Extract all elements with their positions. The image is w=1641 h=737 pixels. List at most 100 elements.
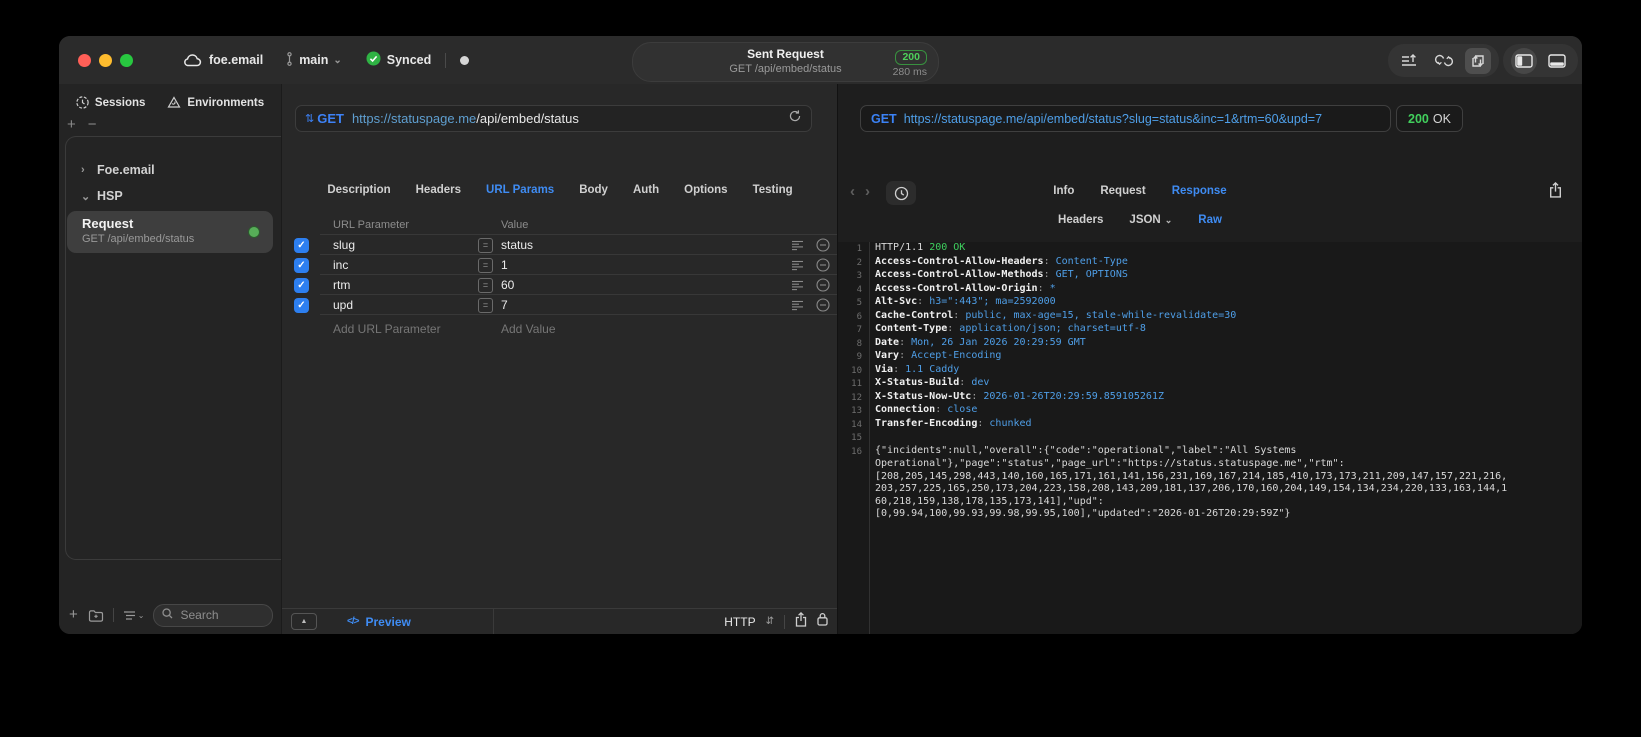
session-dot xyxy=(460,55,470,65)
request-url-path: /api/embed/status xyxy=(476,111,579,126)
param-row-upd: ✓ upd = 7 xyxy=(282,295,838,315)
environments-label: Environments xyxy=(187,96,265,109)
params-add-row[interactable]: Add URL Parameter Add Value xyxy=(282,319,838,339)
line-number xyxy=(838,458,862,471)
method-stepper-icon[interactable]: ⇅ xyxy=(305,112,314,125)
param-value[interactable]: 1 xyxy=(501,258,508,272)
request-status-pill[interactable]: Sent Request GET /api/embed/status 200 2… xyxy=(632,42,939,82)
request-tab-description[interactable]: Description xyxy=(327,184,390,196)
code-line: 4 Access-Control-Allow-Origin: * xyxy=(838,283,1582,297)
request-url-host: https://statuspage.me xyxy=(351,111,477,126)
param-name[interactable]: rtm xyxy=(333,278,350,292)
tree-label: HSP xyxy=(97,189,123,203)
remove-row-icon[interactable] xyxy=(816,258,830,272)
response-tab-response[interactable]: Response xyxy=(1172,185,1227,197)
param-value[interactable]: 7 xyxy=(501,298,508,312)
remove-session-button[interactable]: − xyxy=(88,116,97,133)
drag-handle-icon[interactable] xyxy=(791,300,804,311)
sidebar-search[interactable] xyxy=(153,603,273,627)
response-subtab-raw[interactable]: Raw xyxy=(1198,214,1222,226)
lock-icon[interactable] xyxy=(817,612,828,631)
minimize-button[interactable] xyxy=(99,53,112,67)
line-number: 2 xyxy=(856,257,862,268)
param-checkbox[interactable]: ✓ xyxy=(294,277,309,293)
response-tab-request[interactable]: Request xyxy=(1100,185,1145,197)
json-dropdown-chevron-icon: ⌄ xyxy=(1164,215,1173,225)
request-tab-body[interactable]: Body xyxy=(579,184,608,196)
export-lines-icon[interactable] xyxy=(1396,48,1422,74)
response-subtab-json[interactable]: JSON ⌄ xyxy=(1129,214,1172,226)
params-table-header: URL Parameter Value xyxy=(282,219,838,235)
zoom-button[interactable] xyxy=(120,53,133,67)
param-checkbox[interactable]: ✓ xyxy=(294,297,309,313)
param-value[interactable]: 60 xyxy=(501,278,514,292)
request-tab-url-params[interactable]: URL Params xyxy=(486,184,554,196)
sessions-clock-icon xyxy=(76,96,89,109)
request-tab-options[interactable]: Options xyxy=(684,184,727,196)
collapse-editor-button[interactable]: ▲ xyxy=(291,613,317,630)
param-row-inc: ✓ inc = 1 xyxy=(282,255,838,275)
param-name[interactable]: slug xyxy=(333,238,355,252)
request-tab-headers[interactable]: Headers xyxy=(416,184,461,196)
response-tab-info[interactable]: Info xyxy=(1053,185,1074,197)
drag-handle-icon[interactable] xyxy=(791,280,804,291)
request-url-bar[interactable]: ⇅ GET https://statuspage.me/api/embed/st… xyxy=(295,105,812,132)
preview-button[interactable]: </> Preview xyxy=(347,615,411,629)
toggle-left-sidebar-icon[interactable] xyxy=(1510,47,1537,74)
response-share-icon[interactable] xyxy=(1549,181,1562,203)
sync-status[interactable]: Synced xyxy=(366,51,431,69)
toggle-bottom-panel-icon[interactable] xyxy=(1544,48,1570,74)
tree-item-hsp[interactable]: ⌄ HSP xyxy=(66,183,281,209)
drag-handle-icon[interactable] xyxy=(791,240,804,251)
branch-selector[interactable]: main ⌄ xyxy=(285,51,342,69)
sync-loop-icon[interactable] xyxy=(1431,48,1457,74)
response-tabs: Info Request Response xyxy=(838,185,1582,197)
param-row-slug: ✓ slug = status xyxy=(282,235,838,255)
request-tab-testing[interactable]: Testing xyxy=(753,184,793,196)
add-session-button[interactable]: + xyxy=(67,116,76,133)
request-list-item-selected[interactable]: Request GET /api/embed/status xyxy=(67,211,273,253)
code-line: 14 Transfer-Encoding: chunked xyxy=(838,418,1582,432)
drag-handle-icon[interactable] xyxy=(791,260,804,271)
add-url-parameter-placeholder[interactable]: Add URL Parameter xyxy=(333,322,441,336)
code-line: 12 X-Status-Now-Utc: 2026-01-26T20:29:59.… xyxy=(838,391,1582,405)
status-code-badge: 200 xyxy=(895,50,927,65)
new-request-button[interactable]: + xyxy=(69,607,78,622)
share-icon[interactable] xyxy=(795,611,807,632)
response-subtab-headers[interactable]: Headers xyxy=(1058,214,1103,226)
response-url-box[interactable]: GET https://statuspage.me/api/embed/stat… xyxy=(860,105,1391,132)
param-name[interactable]: upd xyxy=(333,298,353,312)
param-checkbox[interactable]: ✓ xyxy=(294,237,309,253)
chevron-down-icon: ⌄ xyxy=(333,54,342,66)
param-checkbox[interactable]: ✓ xyxy=(294,257,309,273)
line-number: 16 xyxy=(851,446,862,457)
tree-item-foe-email[interactable]: › Foe.email xyxy=(66,157,281,183)
refresh-icon[interactable] xyxy=(788,109,802,128)
add-value-placeholder[interactable]: Add Value xyxy=(501,322,556,336)
tab-environments[interactable]: Environments xyxy=(167,96,264,109)
line-number: 7 xyxy=(856,325,862,335)
code-line: 3 Access-Control-Allow-Methods: GET, OPTI… xyxy=(838,269,1582,283)
protocol-selector[interactable]: HTTP xyxy=(724,615,755,629)
project-menu[interactable]: foe.email xyxy=(183,53,263,67)
param-value[interactable]: status xyxy=(501,238,533,252)
protocol-stepper-icon[interactable]: ⇵ xyxy=(766,616,774,627)
new-folder-button[interactable] xyxy=(88,609,104,622)
code-line: 6 Cache-Control: public, max-age=15, stal… xyxy=(838,310,1582,324)
param-name[interactable]: inc xyxy=(333,258,348,272)
remove-row-icon[interactable] xyxy=(816,278,830,292)
remove-row-icon[interactable] xyxy=(816,298,830,312)
remove-row-icon[interactable] xyxy=(816,238,830,252)
response-raw-view[interactable]: 1 HTTP/1.1 200 OK 2 Access-Control-Allow-He… xyxy=(838,242,1582,634)
code-preview-icon: </> xyxy=(347,616,360,627)
search-input[interactable] xyxy=(178,607,264,623)
chevron-down-icon: ⌄ xyxy=(81,190,91,203)
code-line: 60,218,159,138,178,135,173,141],"upd": xyxy=(838,496,1582,509)
line-number: 10 xyxy=(851,365,862,376)
sync-label: Synced xyxy=(386,53,432,67)
close-button[interactable] xyxy=(78,53,91,67)
send-receive-icon[interactable] xyxy=(1464,47,1491,74)
list-view-button[interactable]: ⌄ xyxy=(123,610,144,621)
request-tab-auth[interactable]: Auth xyxy=(633,184,659,196)
tab-sessions[interactable]: Sessions xyxy=(76,96,145,109)
